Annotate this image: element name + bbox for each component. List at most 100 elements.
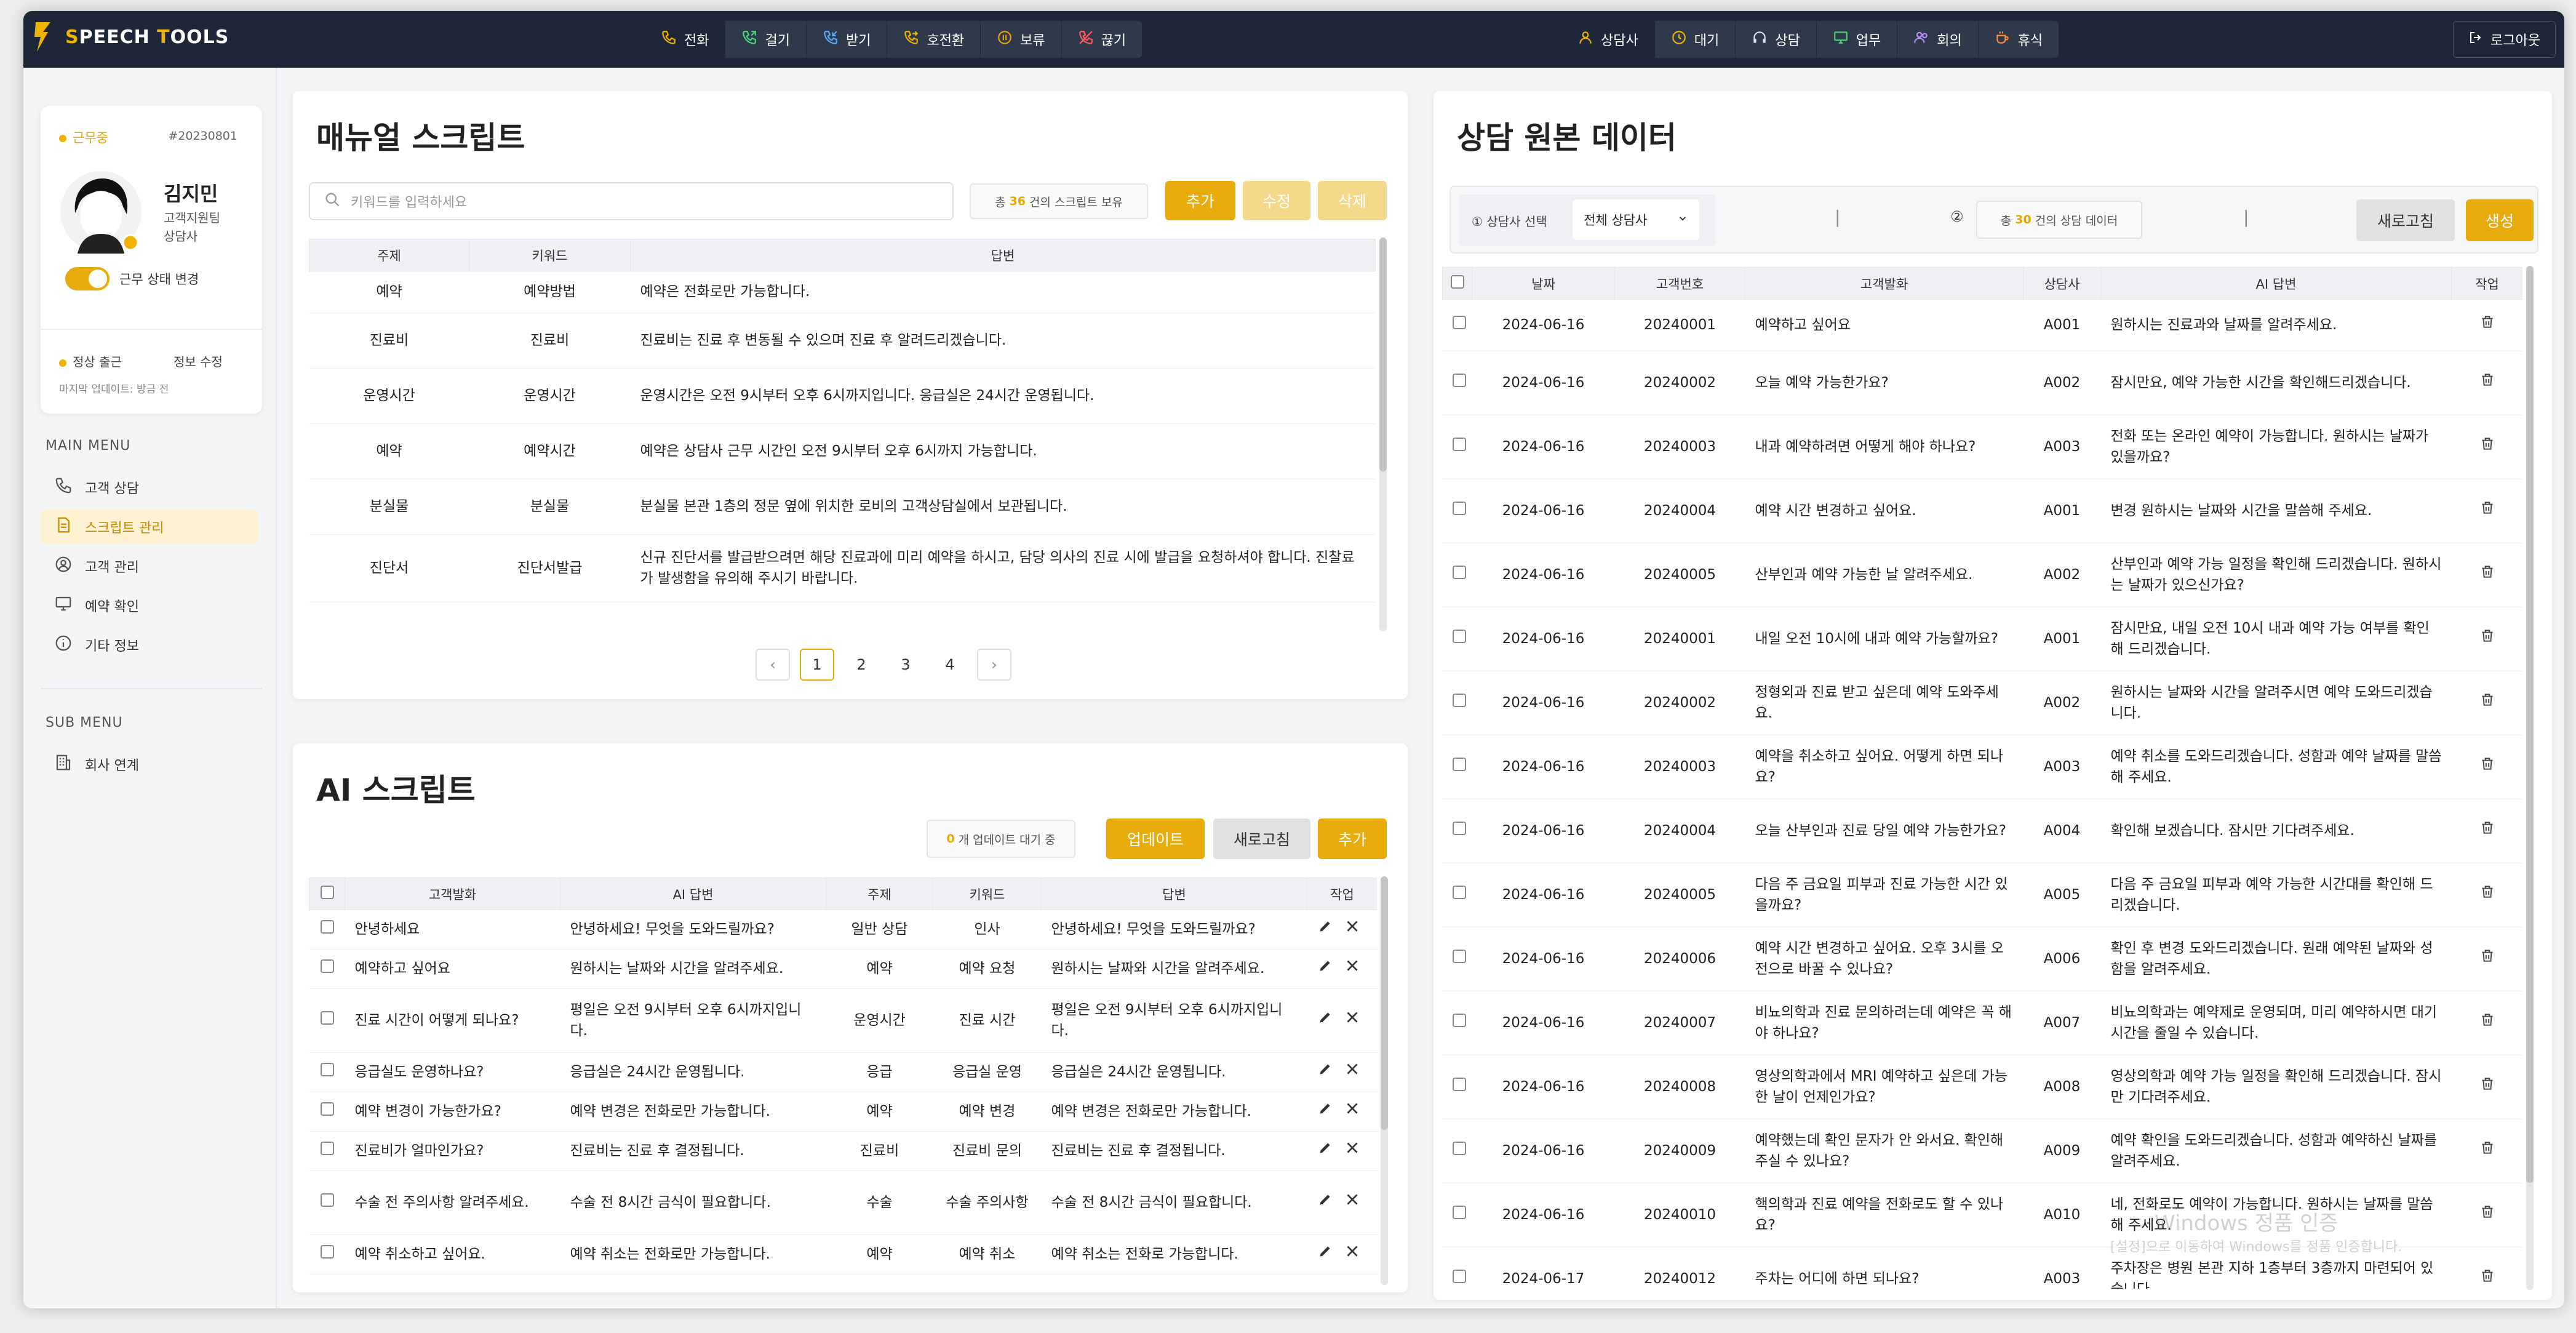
table-row[interactable]: 분실물 분실물 분실물 본관 1층의 정문 옆에 위치한 로비의 고객상담실에서 보… (309, 479, 1376, 535)
column-header-agent[interactable]: 상담사 (2023, 267, 2101, 300)
row-checkbox[interactable] (309, 1052, 345, 1092)
row-checkbox[interactable] (1442, 927, 1472, 991)
ai-add-button[interactable]: 추가 (1318, 819, 1387, 859)
close-icon[interactable] (1344, 918, 1360, 940)
trash-icon[interactable] (2479, 630, 2495, 647)
column-header-customer-id[interactable]: 고객번호 (1614, 267, 1745, 300)
sidebar-item-customer-management[interactable]: 고객 관리 (41, 549, 258, 583)
row-checkbox[interactable] (1442, 1055, 1472, 1119)
page-button-3[interactable]: 3 (888, 649, 923, 681)
row-checkbox[interactable] (1442, 991, 1472, 1055)
close-icon[interactable] (1344, 1140, 1360, 1162)
table-row[interactable]: 수술 전 주의사항 알려주세요. 수술 전 8시간 금식이 필요합니다. 수술 수술 … (309, 1171, 1377, 1235)
next-page-button[interactable]: › (977, 649, 1011, 681)
column-header-topic[interactable]: 주제 (826, 878, 933, 910)
trash-icon[interactable] (2479, 566, 2495, 583)
table-row[interactable]: 2024-06-16 20240004 오늘 산부인과 진료 당일 예약 가능한가요… (1442, 799, 2522, 863)
close-icon[interactable] (1344, 1100, 1360, 1123)
logout-button[interactable]: 로그아웃 (2453, 21, 2556, 58)
table-row[interactable]: 진료비 진료비 진료비는 진료 후 변동될 수 있으며 진료 후 알려드리겠습니다. (309, 313, 1376, 369)
column-header-keyword[interactable]: 키워드 (469, 239, 631, 271)
column-header-action[interactable]: 작업 (1307, 878, 1377, 910)
trash-icon[interactable] (2479, 438, 2495, 455)
raw-refresh-button[interactable]: 새로고침 (2356, 199, 2455, 241)
table-row[interactable]: 2024-06-16 20240002 정형외과 진료 받고 싶은데 예약 도와주세… (1442, 671, 2522, 735)
edit-icon[interactable] (1317, 1191, 1333, 1214)
sidebar-item-company-link[interactable]: 회사 연계 (41, 747, 258, 782)
select-all-checkbox[interactable] (1442, 267, 1472, 300)
row-checkbox[interactable] (1442, 479, 1472, 543)
trash-icon[interactable] (2479, 822, 2495, 839)
table-row[interactable]: 2024-06-16 20240005 다음 주 금요일 피부과 진료 가능한 시간… (1442, 863, 2522, 927)
row-checkbox[interactable] (309, 1171, 345, 1235)
table-row[interactable]: 예약 예약방법 예약은 전화로만 가능합니다. (309, 271, 1376, 313)
table-row[interactable]: 2024-06-16 20240006 예약 시간 변경하고 싶어요. 오후 3시를… (1442, 927, 2522, 991)
row-checkbox[interactable] (309, 1235, 345, 1275)
trash-icon[interactable] (2479, 1078, 2495, 1095)
call-button[interactable]: 전화 (645, 21, 726, 58)
row-checkbox[interactable] (309, 910, 345, 950)
status-consulting-button[interactable]: 상담 (1736, 21, 1817, 58)
table-row[interactable]: 운영시간 운영시간 운영시간은 오전 9시부터 오후 6시까지입니다. 응급실은 2… (309, 368, 1376, 424)
column-header-answer[interactable]: 답변 (1041, 878, 1307, 910)
column-header-ai-answer[interactable]: AI 답변 (2100, 267, 2452, 300)
page-button-2[interactable]: 2 (844, 649, 879, 681)
trash-icon[interactable] (2479, 316, 2495, 334)
close-icon[interactable] (1344, 1191, 1360, 1214)
trash-icon[interactable] (2479, 1014, 2495, 1031)
edit-icon[interactable] (1317, 1243, 1333, 1265)
sidebar-item-customer-consult[interactable]: 고객 상담 (41, 470, 258, 505)
status-waiting-button[interactable]: 대기 (1655, 21, 1736, 58)
dial-button[interactable]: 걸기 (725, 21, 807, 58)
edit-icon[interactable] (1317, 1009, 1333, 1031)
row-checkbox[interactable] (1442, 1247, 1472, 1289)
prev-page-button[interactable]: ‹ (756, 649, 790, 681)
close-icon[interactable] (1344, 1009, 1360, 1031)
table-row[interactable]: 응급실도 운영하나요? 응급실은 24시간 운영됩니다. 응급 응급실 운영 응급실은 … (309, 1052, 1377, 1092)
trash-icon[interactable] (2479, 886, 2495, 903)
table-row[interactable]: 2024-06-16 20240001 내일 오전 10시에 내과 예약 가능할까요… (1442, 607, 2522, 671)
column-header-utterance[interactable]: 고객발화 (345, 878, 560, 910)
ai-refresh-button[interactable]: 새로고침 (1213, 819, 1310, 859)
table-row[interactable]: 예약하고 싶어요 원하시는 날짜와 시간을 알려주세요. 예약 예약 요청 원하시는 날… (309, 949, 1377, 989)
row-checkbox[interactable] (1442, 299, 1472, 351)
edit-info-link[interactable]: 정보 수정 (173, 352, 223, 370)
trash-icon[interactable] (2479, 1270, 2495, 1287)
status-break-button[interactable]: 휴식 (1979, 21, 2059, 58)
page-button-1[interactable]: 1 (800, 649, 834, 681)
trash-icon[interactable] (2479, 502, 2495, 519)
close-icon[interactable] (1344, 1061, 1360, 1083)
trash-icon[interactable] (2479, 950, 2495, 967)
generate-button[interactable]: 생성 (2466, 199, 2534, 241)
row-checkbox[interactable] (1442, 351, 1472, 415)
column-header-ai-answer[interactable]: AI 답변 (560, 878, 826, 910)
table-row[interactable]: 2024-06-16 20240001 예약하고 싶어요 A001 원하시는 진료과와 … (1442, 299, 2522, 351)
table-row[interactable]: 진단서 진단서발급 신규 진단서를 발급받으려면 해당 진료과에 미리 예약을 하시… (309, 534, 1376, 602)
status-meeting-button[interactable]: 회의 (1897, 21, 1979, 58)
agent-status-button[interactable]: 상담사 (1561, 21, 1655, 58)
ai-table-scrollbar[interactable] (1381, 876, 1388, 1285)
row-checkbox[interactable] (1442, 543, 1472, 607)
column-header-keyword[interactable]: 키워드 (933, 878, 1042, 910)
row-checkbox[interactable] (1442, 607, 1472, 671)
edit-icon[interactable] (1317, 1100, 1333, 1123)
table-row[interactable]: 진료 시간이 어떻게 되나요? 평일은 오전 9시부터 오후 6시까지입니다. 운영… (309, 988, 1377, 1053)
row-checkbox[interactable] (1442, 799, 1472, 863)
table-row[interactable]: 2024-06-16 20240005 산부인과 예약 가능한 날 알려주세요. A0… (1442, 543, 2522, 607)
table-row[interactable]: 2024-06-16 20240009 예약했는데 확인 문자가 안 와서요. 확인… (1442, 1119, 2522, 1183)
transfer-button[interactable]: 호전환 (887, 21, 981, 58)
agent-select[interactable]: 전체 상담사 (1573, 199, 1699, 240)
trash-icon[interactable] (2479, 1142, 2495, 1159)
column-header-topic[interactable]: 주제 (309, 239, 469, 271)
work-status-toggle[interactable] (65, 267, 110, 290)
table-row[interactable]: 2024-06-16 20240008 영상의학과에서 MRI 예약하고 싶은데 가… (1442, 1055, 2522, 1119)
row-checkbox[interactable] (309, 1092, 345, 1132)
table-row[interactable]: 예약 변경이 가능한가요? 예약 변경은 전화로만 가능합니다. 예약 예약 변경 예약… (309, 1092, 1377, 1132)
raw-table-scrollbar[interactable] (2526, 266, 2534, 1290)
row-checkbox[interactable] (1442, 415, 1472, 479)
row-checkbox[interactable] (1442, 1183, 1472, 1247)
sidebar-item-reservation-check[interactable]: 예약 확인 (41, 588, 258, 623)
edit-icon[interactable] (1317, 1061, 1333, 1083)
table-row[interactable]: 2024-06-16 20240004 예약 시간 변경하고 싶어요. A001 변경 … (1442, 479, 2522, 543)
close-icon[interactable] (1344, 1243, 1360, 1265)
